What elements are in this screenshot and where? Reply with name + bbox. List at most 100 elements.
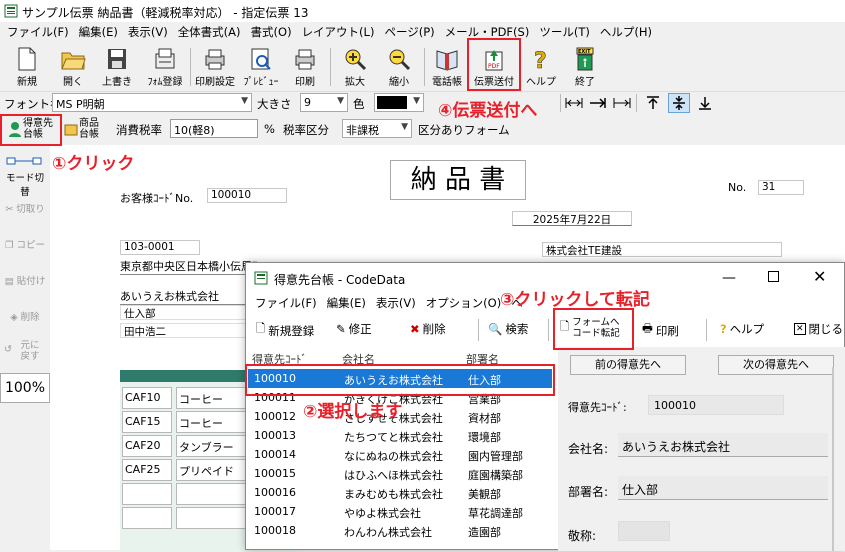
dialog-print-button[interactable]: 🖶 印刷: [642, 321, 679, 340]
product-ledger-button[interactable]: 商品 台帳: [64, 116, 110, 142]
paste-button[interactable]: ▤ 貼付け: [2, 273, 48, 287]
delete-button[interactable]: ◈ 削除: [2, 309, 48, 323]
scrollbar[interactable]: [832, 367, 834, 551]
item-code-cell[interactable]: CAF10: [122, 387, 172, 409]
new-document-icon: 🗋: [256, 321, 266, 335]
font-name-select[interactable]: MS P明朝 ▼: [52, 93, 252, 112]
new-button[interactable]: 新規: [6, 44, 48, 88]
menu-format[interactable]: 書式(O): [246, 24, 297, 40]
form-register-button[interactable]: ﾌｫﾑ登録: [144, 44, 186, 88]
item-code-cell[interactable]: [122, 483, 172, 505]
copy-button[interactable]: ❐ コピー: [2, 237, 48, 251]
zoom-out-button[interactable]: 縮小: [378, 44, 420, 88]
minimize-icon[interactable]: —: [722, 270, 736, 286]
prev-customer-button[interactable]: 前の得意先へ: [570, 355, 686, 375]
menu-edit[interactable]: 編集(E): [74, 24, 123, 40]
dialog-menu-options[interactable]: オプション(O): [421, 295, 507, 311]
menu-tools[interactable]: ツール(T): [534, 24, 595, 40]
no-label: No.: [728, 181, 747, 194]
highlight-selected-row: [245, 364, 555, 396]
tax-class-label: 税率区分: [283, 123, 329, 137]
color-select[interactable]: ▼: [374, 93, 424, 112]
menu-layout[interactable]: レイアウト(L): [297, 24, 380, 40]
chevron-down-icon: ▼: [401, 122, 408, 132]
open-button[interactable]: 開く: [52, 44, 94, 88]
align-right-arrow-icon[interactable]: [588, 95, 608, 111]
maximize-icon[interactable]: [768, 271, 779, 282]
dialog-close-button[interactable]: ✕ 閉じる: [794, 321, 843, 337]
detail-department-value[interactable]: 仕入部: [618, 476, 828, 500]
list-item[interactable]: 100013 たちつてと株式会社 環境部: [248, 426, 552, 445]
valign-top-icon[interactable]: [644, 95, 662, 111]
scissors-icon: ✂: [5, 204, 14, 215]
folder-open-icon: [61, 52, 86, 70]
zoom-in-button[interactable]: 拡大: [334, 44, 376, 88]
close-icon[interactable]: ✕: [813, 267, 826, 286]
valign-bottom-icon[interactable]: [696, 95, 714, 111]
sender-field[interactable]: 株式会社TE建設: [542, 242, 782, 257]
postal-code-field[interactable]: 103-0001: [120, 240, 200, 255]
department-field[interactable]: 仕入部: [120, 305, 260, 320]
printer-icon: 🖶: [642, 321, 653, 335]
print-settings-button[interactable]: 印刷設定: [194, 44, 236, 88]
list-item[interactable]: 100017 やゆよ株式会社 草花調達部: [248, 502, 552, 521]
mode-switch-button[interactable]: モード切替: [2, 155, 48, 198]
cut-button[interactable]: ✂ 切取り: [2, 201, 48, 215]
item-code-cell[interactable]: CAF20: [122, 435, 172, 457]
delete-record-button[interactable]: ✖ 削除: [410, 321, 446, 337]
color-label: 色: [353, 97, 365, 111]
item-code-cell[interactable]: CAF15: [122, 411, 172, 433]
overwrite-save-button[interactable]: 上書き: [96, 44, 138, 88]
phone-book-button[interactable]: 電話帳: [426, 44, 468, 88]
align-spread-icon[interactable]: [564, 95, 584, 111]
close-box-icon: ✕: [794, 323, 806, 335]
dialog-menu-file[interactable]: ファイル(F): [250, 295, 322, 311]
detail-company-label: 会社名:: [568, 442, 609, 456]
menu-file[interactable]: ファイル(F): [2, 24, 74, 40]
preview-button[interactable]: ﾌﾟﾚﾋﾞｭｰ: [240, 44, 282, 88]
list-item[interactable]: 100014 なにぬねの株式会社 園内管理部: [248, 445, 552, 464]
print-button[interactable]: 印刷: [284, 44, 326, 88]
detail-honorific-field[interactable]: [618, 521, 670, 541]
tax-rate-field[interactable]: 10(軽8): [170, 119, 258, 138]
item-code-cell[interactable]: CAF25: [122, 459, 172, 481]
list-item[interactable]: 100016 まみむめも株式会社 美観部: [248, 483, 552, 502]
dialog-menu-edit[interactable]: 編集(E): [322, 295, 371, 311]
list-item[interactable]: 100018 わんわん株式会社 造園部: [248, 521, 552, 540]
menu-view[interactable]: 表示(V): [123, 24, 173, 40]
undo-button[interactable]: ↺ 元に 戻す: [2, 340, 48, 362]
dialog-menu-view[interactable]: 表示(V): [371, 295, 421, 311]
menu-help[interactable]: ヘルプ(H): [595, 24, 657, 40]
search-button[interactable]: 🔍 検索: [488, 321, 528, 337]
font-size-select[interactable]: 9 ▼: [300, 93, 348, 112]
section-form-label: 区分ありフォーム: [418, 123, 510, 137]
menu-page[interactable]: ページ(P): [379, 24, 439, 40]
new-register-button[interactable]: 🗋 新規登録: [256, 321, 314, 340]
next-customer-button[interactable]: 次の得意先へ: [718, 355, 834, 375]
edit-button[interactable]: ✎ 修正: [336, 321, 372, 337]
annotation-step4: ④伝票送付へ: [438, 101, 538, 121]
customer-code-field[interactable]: 100010: [207, 188, 287, 203]
exit-button[interactable]: EXIT 終了: [564, 44, 606, 88]
zoom-out-icon: [389, 49, 411, 71]
toolbar-separator: [706, 319, 707, 341]
valign-middle-button[interactable]: [668, 93, 690, 113]
person-field[interactable]: 田中浩二: [120, 323, 260, 338]
help-button[interactable]: ? ヘルプ: [520, 44, 562, 88]
date-field[interactable]: 2025年7月22日: [512, 211, 632, 226]
form-register-icon: [155, 48, 175, 69]
align-justify-icon[interactable]: [612, 95, 632, 111]
document-title[interactable]: 納 品 書: [390, 160, 526, 200]
eraser-icon: ◈: [10, 312, 18, 323]
annotation-step1: ①クリック: [52, 154, 135, 174]
font-bar: フォント名 MS P明朝 ▼ 大きさ 9 ▼ 色 ▼: [0, 91, 845, 113]
detail-company-value[interactable]: あいうえお株式会社: [618, 433, 828, 457]
new-document-icon: [18, 47, 36, 71]
menu-global-format[interactable]: 全体書式(A): [173, 24, 246, 40]
dialog-help-button[interactable]: ? ヘルプ: [720, 321, 764, 337]
tax-class-select[interactable]: 非課税 ▼: [342, 119, 412, 138]
detail-code-value[interactable]: 100010: [648, 395, 784, 415]
item-code-cell[interactable]: [122, 507, 172, 529]
list-item[interactable]: 100015 はひふへほ株式会社 庭園構築部: [248, 464, 552, 483]
no-value[interactable]: 31: [758, 180, 804, 195]
